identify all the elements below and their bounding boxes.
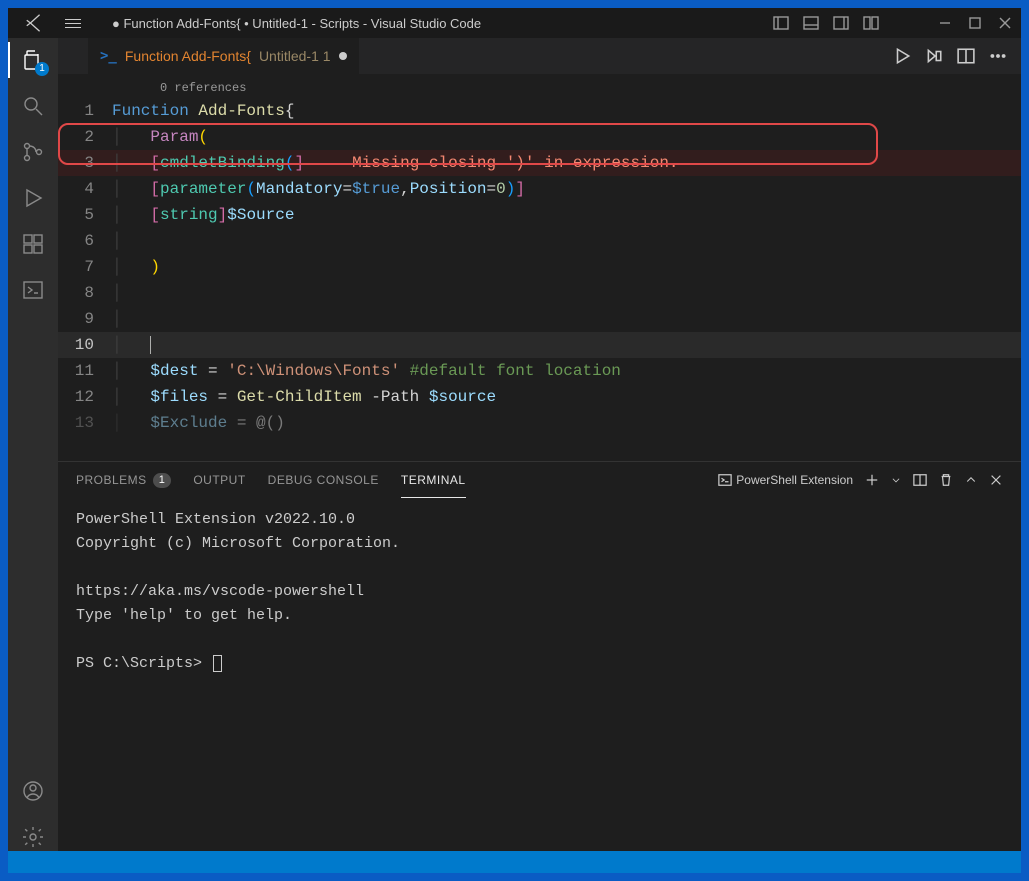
editor-group: >_ Function Add-Fonts{ Untitled-1 1 0 re… (58, 38, 1021, 851)
line-number: 13 (58, 410, 112, 436)
inline-error-message: Missing closing ')' in expression. (352, 154, 678, 172)
vscode-window: ● Function Add-Fonts{ • Untitled-1 - Scr… (8, 8, 1021, 873)
line-number: 5 (58, 202, 112, 228)
terminal-cursor (213, 655, 222, 672)
line-number: 12 (58, 384, 112, 410)
run-debug-icon[interactable] (19, 184, 47, 212)
run-icon[interactable] (893, 47, 911, 65)
hamburger-menu-icon[interactable] (62, 12, 84, 34)
close-window-button[interactable] (997, 15, 1013, 31)
window-title: ● Function Add-Fonts{ • Untitled-1 - Scr… (92, 16, 773, 31)
terminal-shell-label[interactable]: PowerShell Extension (718, 473, 853, 487)
tab-filename: Function Add-Fonts{ (125, 48, 251, 64)
line-number: 7 (58, 254, 112, 280)
line-number: 1 (58, 98, 112, 124)
editor-actions (893, 38, 1021, 74)
status-bar[interactable] (8, 851, 1021, 873)
terminal-dropdown-icon[interactable] (891, 475, 901, 485)
tab-problems[interactable]: PROBLEMS 1 (76, 462, 171, 498)
line-number: 4 (58, 176, 112, 202)
tab-terminal[interactable]: TERMINAL (401, 462, 466, 498)
title-bar: ● Function Add-Fonts{ • Untitled-1 - Scr… (8, 8, 1021, 38)
panel-right-icon[interactable] (833, 15, 849, 31)
codelens-references[interactable]: 0 references (58, 78, 1021, 98)
split-terminal-icon[interactable] (913, 473, 927, 487)
account-icon[interactable] (19, 777, 47, 805)
activity-bar: 1 (8, 38, 58, 851)
line-number: 3 (58, 150, 112, 176)
more-actions-icon[interactable] (989, 47, 1007, 65)
editor-cursor (150, 336, 151, 354)
explorer-badge: 1 (35, 62, 49, 76)
terminal-prompt: PS C:\Scripts> (76, 655, 211, 672)
extensions-icon[interactable] (19, 230, 47, 258)
panel-tabs: PROBLEMS 1 OUTPUT DEBUG CONSOLE TERMINAL… (58, 462, 1021, 498)
editor-body[interactable]: 0 references 1Function Add-Fonts{ 2│ Par… (58, 78, 1021, 461)
line-number: 11 (58, 358, 112, 384)
tab-output[interactable]: OUTPUT (193, 462, 245, 498)
split-editor-icon[interactable] (957, 47, 975, 65)
search-icon[interactable] (19, 92, 47, 120)
kill-terminal-icon[interactable] (939, 473, 953, 487)
minimize-button[interactable] (937, 15, 953, 31)
tab-debug-console[interactable]: DEBUG CONSOLE (268, 462, 379, 498)
line-number: 6 (58, 228, 112, 254)
tab-dirty-indicator-icon (339, 52, 347, 60)
tab-subtitle: Untitled-1 1 (259, 48, 331, 64)
title-layout-controls (773, 15, 1013, 31)
explorer-icon[interactable]: 1 (19, 46, 47, 74)
editor-tab-untitled[interactable]: >_ Function Add-Fonts{ Untitled-1 1 (88, 38, 360, 74)
line-number: 9 (58, 306, 112, 332)
close-panel-icon[interactable] (989, 473, 1003, 487)
maximize-button[interactable] (967, 15, 983, 31)
run-config-icon[interactable] (925, 47, 943, 65)
powershell-file-icon: >_ (100, 48, 117, 64)
editor-tabs: >_ Function Add-Fonts{ Untitled-1 1 (58, 38, 1021, 74)
panel-bottom-icon[interactable] (803, 15, 819, 31)
line-number: 10 (58, 332, 112, 358)
panel-left-icon[interactable] (773, 15, 789, 31)
line-number: 8 (58, 280, 112, 306)
terminal-output[interactable]: PowerShell Extension v2022.10.0 Copyrigh… (58, 498, 1021, 851)
problems-count-badge: 1 (153, 473, 172, 488)
new-terminal-icon[interactable] (865, 473, 879, 487)
vscode-logo-icon (24, 12, 46, 34)
source-control-icon[interactable] (19, 138, 47, 166)
settings-gear-icon[interactable] (19, 823, 47, 851)
powershell-panel-icon[interactable] (19, 276, 47, 304)
layout-grid-icon[interactable] (863, 15, 879, 31)
maximize-panel-icon[interactable] (965, 474, 977, 486)
bottom-panel: PROBLEMS 1 OUTPUT DEBUG CONSOLE TERMINAL… (58, 461, 1021, 851)
line-number: 2 (58, 124, 112, 150)
